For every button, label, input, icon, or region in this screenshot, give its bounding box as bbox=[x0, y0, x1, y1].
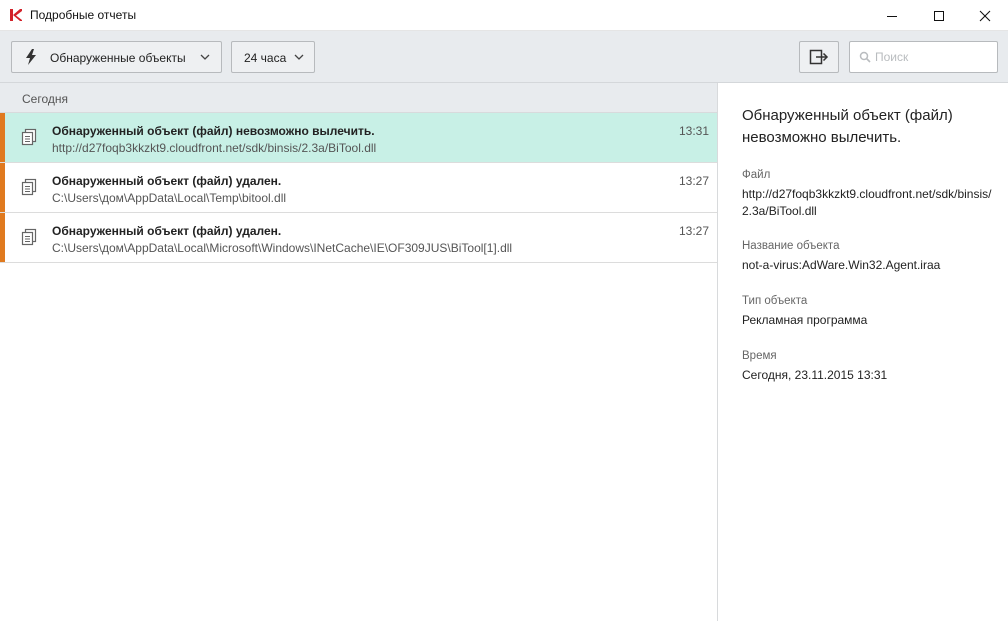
object-name-label: Название объекта bbox=[742, 240, 840, 252]
report-row[interactable]: Обнаруженный объект (файл) удален. C:\Us… bbox=[0, 213, 717, 263]
row-title: Обнаруженный объект (файл) невозможно вы… bbox=[52, 124, 375, 138]
row-title: Обнаруженный объект (файл) удален. bbox=[52, 174, 282, 188]
period-dropdown[interactable]: 24 часа bbox=[231, 41, 315, 73]
object-name-value: not-a-virus:AdWare.Win32.Agent.iraa bbox=[742, 258, 941, 272]
file-value: http://d27foqb3kkzkt9.cloudfront.net/sdk… bbox=[742, 187, 992, 218]
report-list: Сегодня Обнаруженный объект (файл) невоз… bbox=[0, 83, 718, 621]
chevron-down-icon bbox=[294, 54, 304, 60]
app-logo-icon bbox=[10, 9, 22, 21]
close-icon bbox=[979, 10, 991, 21]
report-row[interactable]: Обнаруженный объект (файл) невозможно вы… bbox=[0, 113, 717, 163]
object-type-label: Тип объекта bbox=[742, 295, 808, 307]
severity-bar bbox=[0, 163, 5, 212]
chevron-down-icon bbox=[200, 54, 210, 60]
row-time: 13:27 bbox=[679, 224, 710, 238]
documents-icon bbox=[21, 178, 37, 196]
search-input[interactable] bbox=[875, 48, 993, 66]
report-row[interactable]: Обнаруженный объект (файл) удален. C:\Us… bbox=[0, 163, 717, 213]
row-path: C:\Users\дом\AppData\Local\Temp\bitool.d… bbox=[52, 191, 287, 205]
row-time: 13:31 bbox=[679, 124, 710, 138]
close-button[interactable] bbox=[962, 0, 1008, 31]
search-icon bbox=[859, 51, 871, 63]
row-path: http://d27foqb3kkzkt9.cloudfront.net/sdk… bbox=[52, 141, 377, 155]
detail-title: Обнаруженный объект (файл) невозможно вы… bbox=[742, 107, 953, 146]
export-button[interactable] bbox=[799, 41, 839, 73]
maximize-button[interactable] bbox=[916, 0, 962, 31]
row-path: C:\Users\дом\AppData\Local\Microsoft\Win… bbox=[52, 241, 513, 255]
minimize-button[interactable] bbox=[869, 0, 915, 31]
toolbar: Обнаруженные объекты 24 часа bbox=[0, 31, 1008, 83]
severity-bar bbox=[0, 213, 5, 262]
filter-dropdown[interactable]: Обнаруженные объекты bbox=[11, 41, 222, 73]
export-icon bbox=[809, 49, 829, 65]
window-title: Подробные отчеты bbox=[30, 8, 137, 22]
file-label: Файл bbox=[742, 169, 771, 181]
documents-icon bbox=[21, 228, 37, 246]
title-bar: Подробные отчеты bbox=[0, 0, 1008, 31]
maximize-icon bbox=[934, 10, 944, 21]
documents-icon bbox=[21, 128, 37, 146]
filter-label: Обнаруженные объекты bbox=[50, 51, 186, 65]
group-header-today: Сегодня bbox=[0, 83, 717, 113]
detail-panel: Обнаруженный объект (файл) невозможно вы… bbox=[719, 83, 1008, 621]
minimize-icon bbox=[887, 15, 897, 17]
search-box[interactable] bbox=[849, 41, 998, 73]
row-title: Обнаруженный объект (файл) удален. bbox=[52, 224, 282, 238]
object-type-value: Рекламная программа bbox=[742, 313, 868, 327]
lightning-bolt-icon bbox=[26, 49, 36, 65]
row-time: 13:27 bbox=[679, 174, 710, 188]
time-value: Сегодня, 23.11.2015 13:31 bbox=[742, 368, 888, 382]
time-label: Время bbox=[742, 350, 777, 362]
severity-bar bbox=[0, 113, 5, 162]
period-label: 24 часа bbox=[244, 51, 287, 65]
